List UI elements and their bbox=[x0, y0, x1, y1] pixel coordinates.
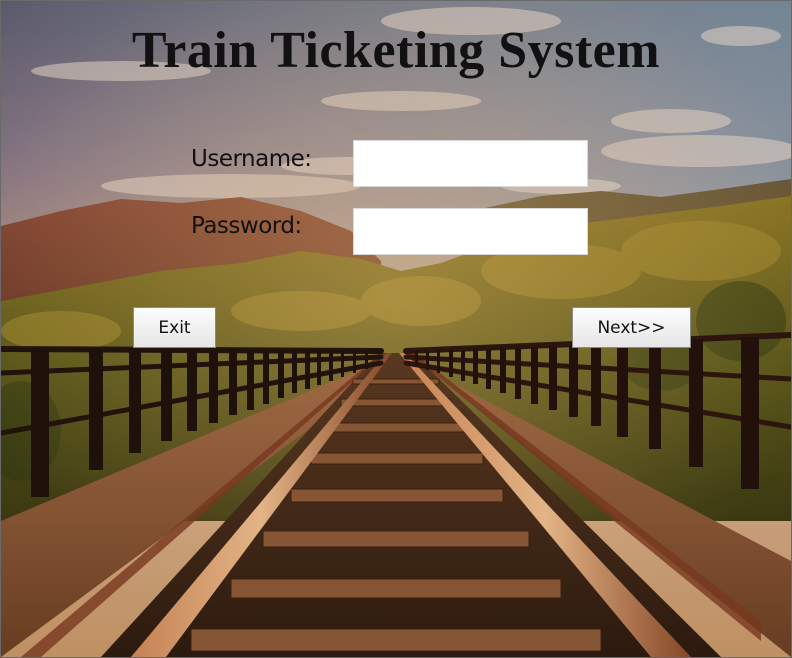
username-input[interactable] bbox=[353, 140, 588, 187]
login-window: Train Ticketing System Username: Passwor… bbox=[0, 0, 792, 658]
exit-button[interactable]: Exit bbox=[133, 307, 216, 348]
app-title: Train Ticketing System bbox=[131, 22, 661, 79]
password-input[interactable] bbox=[353, 208, 588, 255]
username-label: Username: bbox=[191, 146, 312, 172]
next-button[interactable]: Next>> bbox=[572, 307, 691, 348]
password-label: Password: bbox=[191, 213, 302, 239]
